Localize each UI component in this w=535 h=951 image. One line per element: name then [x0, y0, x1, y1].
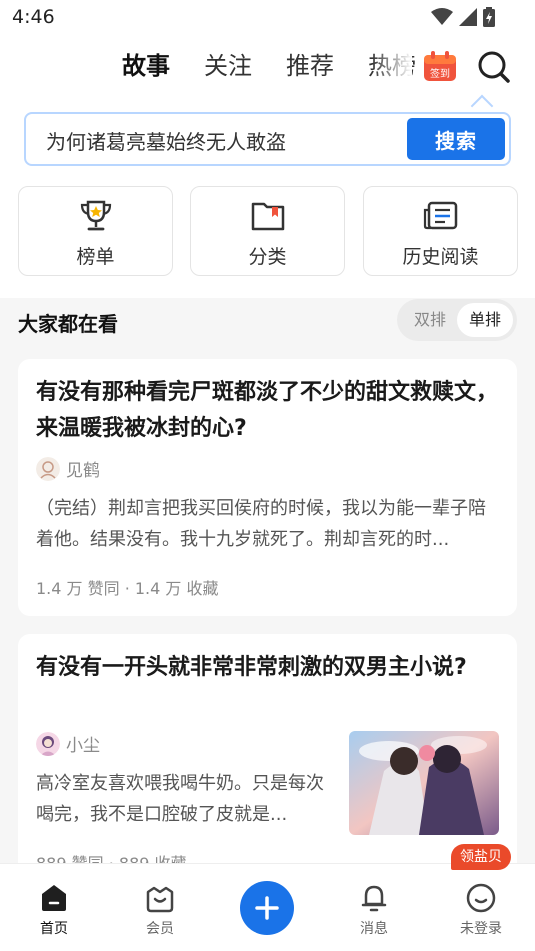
author-name: 小尘: [66, 736, 100, 756]
tab-follow[interactable]: 关注: [204, 50, 252, 86]
nav-label: 会员: [146, 921, 174, 937]
search-button[interactable]: 搜索: [407, 118, 505, 160]
avatar: [36, 731, 60, 756]
nav-label: 消息: [360, 921, 388, 937]
nav-home[interactable]: 首页: [24, 882, 84, 938]
nav-messages[interactable]: 消息: [344, 882, 404, 938]
shortcut-label: 榜单: [76, 246, 115, 268]
signin-label: 签到: [430, 67, 450, 80]
tabs-fade: [372, 50, 412, 90]
home-icon: [42, 885, 66, 911]
shortcut-history[interactable]: 历史阅读: [363, 186, 518, 276]
nav-label: 首页: [40, 921, 68, 937]
tab-story[interactable]: 故事: [122, 50, 170, 86]
card-stats: 1.4 万 赞同 · 1.4 万 收藏: [36, 579, 219, 598]
card-title[interactable]: 有没有一开头就非常非常刺激的双男主小说?: [36, 650, 501, 686]
nav-label: 未登录: [460, 921, 502, 937]
bottom-nav: 首页 会员 消息 未登录: [0, 863, 535, 951]
calendar-signin-icon[interactable]: 签到: [423, 50, 457, 82]
reading-history-icon: [423, 201, 458, 230]
shortcut-row: 榜单 分类 历史阅读: [18, 186, 518, 276]
shortcut-label: 历史阅读: [402, 246, 479, 268]
author-name: 见鹤: [66, 461, 100, 481]
section-title: 大家都在看: [18, 312, 118, 336]
signal-icon: [459, 8, 477, 26]
toggle-double-column[interactable]: 双排: [402, 303, 458, 337]
card-excerpt[interactable]: （完结）荆却言把我买回侯府的时候，我以为能一辈子陪着他。结果没有。我十九岁就死了…: [36, 493, 501, 555]
card-author[interactable]: 小尘: [36, 731, 100, 756]
story-card[interactable]: 有没有那种看完尸斑都淡了不少的甜文救赎文，来温暖我被冰封的心? 见鹤 （完结）荆…: [18, 359, 517, 616]
shortcut-ranking[interactable]: 榜单: [18, 186, 173, 276]
search-box[interactable]: 为何诸葛亮墓始终无人敢盗 搜索: [24, 112, 511, 166]
wifi-icon: [431, 8, 453, 25]
profile-icon: [466, 883, 496, 913]
search-query[interactable]: 为何诸葛亮墓始终无人敢盗: [46, 126, 286, 155]
status-bar: 4:46: [0, 0, 535, 36]
bookmark-folder-icon: [251, 202, 285, 231]
card-excerpt[interactable]: 高冷室友喜欢喂我喝牛奶。只是每次喝完，我不是口腔破了皮就是...: [36, 768, 336, 830]
layout-toggle[interactable]: 双排 单排: [397, 299, 517, 341]
search-icon[interactable]: [477, 50, 511, 84]
shortcut-category[interactable]: 分类: [190, 186, 345, 276]
create-button[interactable]: [240, 881, 294, 935]
vip-icon: [146, 886, 174, 913]
plus-icon: [255, 896, 279, 920]
story-card[interactable]: 有没有一开头就非常非常刺激的双男主小说? 小尘 高冷室友喜欢喂我喝牛奶。只是每次…: [18, 634, 517, 894]
battery-icon: [483, 7, 495, 27]
status-icons: [431, 7, 495, 27]
tab-recommend[interactable]: 推荐: [286, 50, 334, 86]
card-author[interactable]: 见鹤: [36, 456, 100, 481]
nav-vip[interactable]: 会员: [130, 882, 190, 938]
reward-badge[interactable]: 领盐贝: [451, 844, 511, 870]
card-title[interactable]: 有没有那种看完尸斑都淡了不少的甜文救赎文，来温暖我被冰封的心?: [36, 375, 501, 447]
shortcut-label: 分类: [248, 246, 287, 268]
card-thumbnail[interactable]: [349, 731, 499, 835]
trophy-icon: [80, 200, 112, 231]
nav-profile[interactable]: 未登录: [451, 882, 511, 938]
toggle-single-column[interactable]: 单排: [457, 303, 513, 337]
header: 故事 关注 推荐 热榜 签到 为何诸葛亮墓始终无人敢盗 搜索 榜单: [0, 36, 535, 298]
bell-icon: [361, 885, 387, 912]
avatar: [36, 456, 60, 481]
status-time: 4:46: [12, 6, 55, 28]
